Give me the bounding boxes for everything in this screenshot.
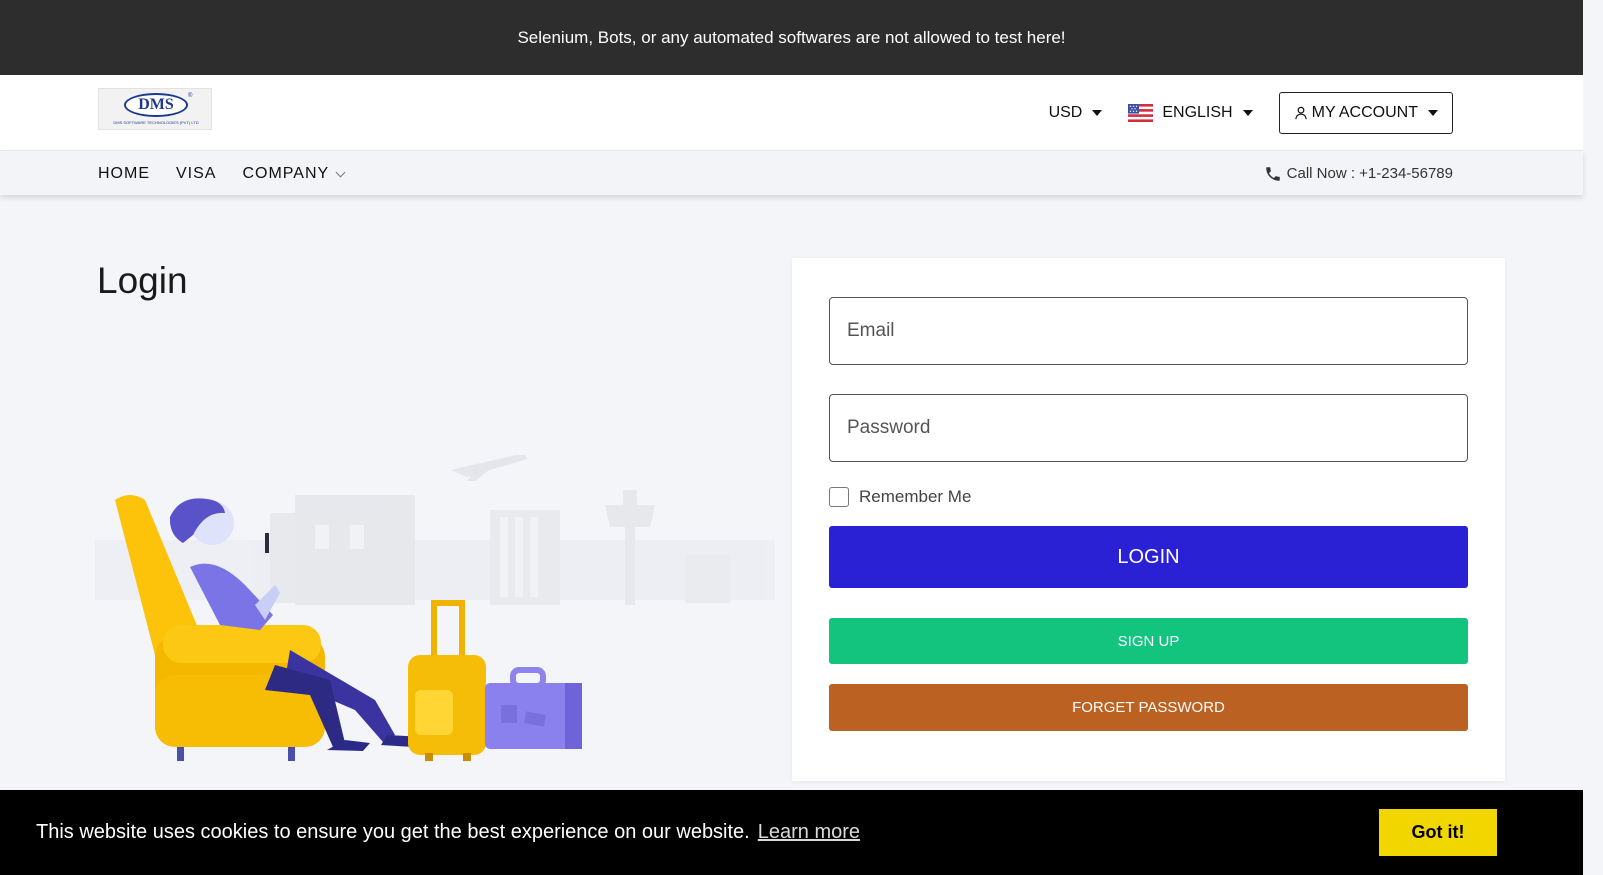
caret-down-icon — [1092, 110, 1103, 116]
got-it-button[interactable]: Got it! — [1379, 809, 1497, 856]
currency-dropdown[interactable]: USD — [1049, 104, 1103, 122]
logo-registered-mark: ® — [188, 93, 193, 99]
nav-item-home[interactable]: HOME — [98, 165, 150, 183]
caret-down-icon — [1242, 110, 1253, 116]
password-input[interactable] — [829, 394, 1468, 462]
logo-tagline: DMS SOFTWARE TECHNOLOGIES (PVT) LTD — [113, 120, 199, 125]
nav-item-company[interactable]: COMPANY — [242, 164, 346, 183]
forget-password-button-label: FORGET PASSWORD — [1072, 699, 1225, 716]
my-account-button[interactable]: MY ACCOUNT — [1278, 92, 1453, 134]
login-card: Remember Me LOGIN SIGN UP FORGET PASSWOR… — [792, 258, 1505, 781]
got-it-button-label: Got it! — [1411, 822, 1465, 842]
sign-up-button-label: SIGN UP — [1117, 632, 1180, 650]
forget-password-button[interactable]: FORGET PASSWORD — [829, 684, 1468, 731]
us-flag-icon — [1128, 104, 1154, 122]
user-icon — [1294, 106, 1307, 120]
language-dropdown[interactable]: ENGLISH — [1128, 104, 1253, 122]
call-now-label: Call Now : +1-234-56789 — [1286, 165, 1453, 182]
site-header: DMS ® DMS SOFTWARE TECHNOLOGIES (PVT) LT… — [0, 75, 1583, 150]
nav-item-visa[interactable]: VISA — [176, 165, 216, 183]
warning-banner: Selenium, Bots, or any automated softwar… — [0, 0, 1583, 75]
email-input[interactable] — [829, 297, 1468, 365]
currency-label: USD — [1048, 104, 1083, 121]
nav-item-label: HOME — [98, 164, 150, 182]
caret-down-icon — [1428, 110, 1438, 116]
nav-item-label: COMPANY — [242, 164, 330, 182]
remember-me-checkbox[interactable] — [829, 487, 849, 507]
page-title: Login — [97, 260, 188, 301]
warning-banner-text: Selenium, Bots, or any automated softwar… — [517, 27, 1066, 47]
remember-me: Remember Me — [829, 487, 971, 507]
login-button[interactable]: LOGIN — [829, 526, 1468, 588]
cookie-message-text: This website uses cookies to ensure you … — [36, 821, 750, 843]
my-account-label: MY ACCOUNT — [1311, 104, 1418, 121]
cookie-banner: This website uses cookies to ensure you … — [0, 790, 1583, 875]
remember-me-label: Remember Me — [859, 487, 972, 506]
traveler-illustration — [95, 455, 775, 761]
purple-briefcase — [485, 667, 582, 749]
company-logo[interactable]: DMS ® DMS SOFTWARE TECHNOLOGIES (PVT) LT… — [98, 88, 212, 130]
yellow-suitcase — [408, 600, 486, 761]
call-now[interactable]: Call Now : +1-234-56789 — [1264, 151, 1453, 196]
main-navigation: HOME VISA COMPANY Call Now : +1-234-5678… — [0, 150, 1583, 195]
phone-icon — [1265, 166, 1280, 181]
login-button-label: LOGIN — [1117, 545, 1180, 568]
chevron-down-icon — [335, 167, 346, 178]
logo-mark: DMS — [124, 93, 188, 117]
language-label: ENGLISH — [1162, 104, 1233, 121]
header-controls: USD ENGLISH MY ACCOUNT — [1023, 92, 1453, 134]
nav-item-label: VISA — [176, 164, 217, 182]
cookie-message: This website uses cookies to ensure you … — [36, 790, 860, 875]
sign-up-button[interactable]: SIGN UP — [829, 618, 1468, 664]
nav-links: HOME VISA COMPANY — [98, 151, 370, 196]
learn-more-link[interactable]: Learn more — [758, 821, 860, 844]
